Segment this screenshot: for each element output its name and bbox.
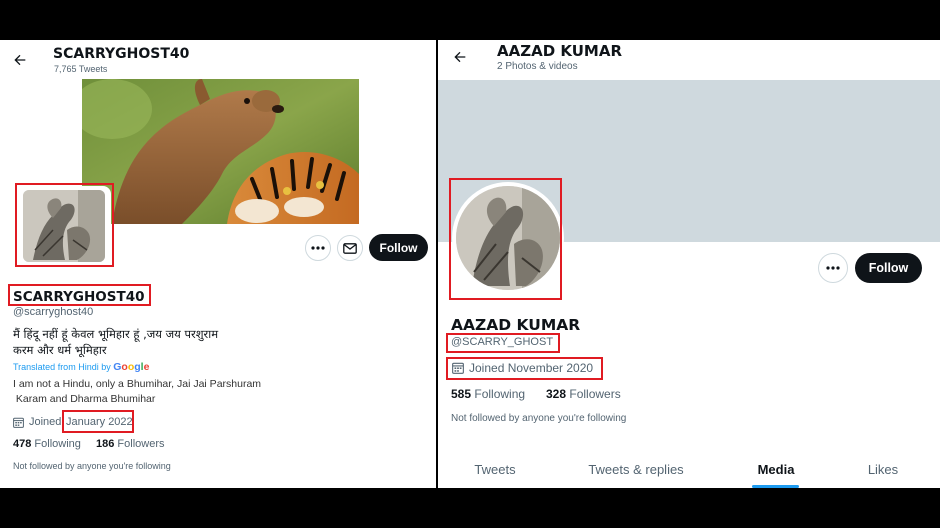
more-icon <box>826 266 840 270</box>
bio-line-2: करम और धर्म भूमिहार <box>13 343 107 357</box>
avatar-sketch-image <box>456 186 560 290</box>
translated-from-link[interactable]: Translated from Hindi by Google <box>13 361 149 373</box>
not-followed-note: Not followed by anyone you're following <box>13 461 171 471</box>
left-profile-panel: SCARRYGHOST40 7,765 Tweets Follow SCARRY… <box>0 40 436 488</box>
joined-date: Joined November 2020 <box>469 361 594 375</box>
not-followed-note: Not followed by anyone you're following <box>451 413 627 424</box>
active-tab-indicator <box>752 485 799 488</box>
followers-link[interactable]: 186 Followers <box>96 438 165 450</box>
following-count: 478 <box>13 438 32 450</box>
following-link[interactable]: 585 Following <box>451 387 525 401</box>
profile-banner-image[interactable] <box>82 79 359 224</box>
translated-label: Translated from Hindi by <box>13 362 111 372</box>
display-name: AAZAD KUMAR <box>451 316 581 334</box>
following-label: Following <box>474 387 526 401</box>
more-button[interactable] <box>818 253 848 283</box>
mail-icon <box>343 242 357 254</box>
avatar-sketch-image <box>23 190 105 262</box>
calendar-icon <box>452 362 464 374</box>
following-count: 585 <box>451 387 472 401</box>
translation-line-2: Karam and Dharma Bhumihar <box>13 393 156 405</box>
back-arrow-icon <box>454 51 466 63</box>
header-title: AAZAD KUMAR <box>497 42 623 60</box>
more-icon <box>311 246 325 250</box>
following-label: Following <box>34 438 81 450</box>
header-tweet-count: 7,765 Tweets <box>54 64 108 74</box>
back-button[interactable] <box>8 48 32 72</box>
tab-tweets-replies[interactable]: Tweets & replies <box>570 450 702 488</box>
profile-tabs: Tweets Tweets & replies Media Likes <box>438 450 940 488</box>
back-button[interactable] <box>448 45 472 69</box>
header-media-count: 2 Photos & videos <box>497 61 578 72</box>
followers-label: Followers <box>569 387 621 401</box>
following-link[interactable]: 478 Following <box>13 438 81 450</box>
joined-label: Joined <box>29 416 62 428</box>
profile-avatar[interactable] <box>17 186 111 266</box>
translation-line-1: I am not a Hindu, only a Bhumihar, Jai J… <box>13 378 262 390</box>
tab-media[interactable]: Media <box>738 450 814 488</box>
tab-tweets[interactable]: Tweets <box>452 450 538 488</box>
calendar-icon <box>13 417 24 428</box>
right-profile-panel: AAZAD KUMAR 2 Photos & videos Follow AAZ… <box>438 40 940 488</box>
header-title: SCARRYGHOST40 <box>53 46 190 62</box>
joined-date: January 2022 <box>66 416 133 428</box>
follow-button[interactable]: Follow <box>855 253 922 283</box>
followers-count: 328 <box>546 387 567 401</box>
message-button[interactable] <box>337 235 363 261</box>
google-logo: Google <box>113 361 150 373</box>
tab-likes[interactable]: Likes <box>846 450 920 488</box>
followers-link[interactable]: 328 Followers <box>546 387 621 401</box>
follow-button[interactable]: Follow <box>369 234 428 261</box>
followers-label: Followers <box>117 438 165 450</box>
handle: @scarryghost40 <box>13 306 94 318</box>
followers-count: 186 <box>96 438 115 450</box>
bio-line-1: मैं हिंदू नहीं हूं केवल भूमिहार हूं ,जय … <box>13 327 219 341</box>
profile-avatar[interactable] <box>452 182 564 294</box>
handle: @SCARRY_GHOST <box>451 336 554 348</box>
more-button[interactable] <box>305 235 331 261</box>
deer-tiger-photo <box>82 79 359 224</box>
display-name: SCARRYGHOST40 <box>13 289 145 305</box>
back-arrow-icon <box>14 54 26 66</box>
